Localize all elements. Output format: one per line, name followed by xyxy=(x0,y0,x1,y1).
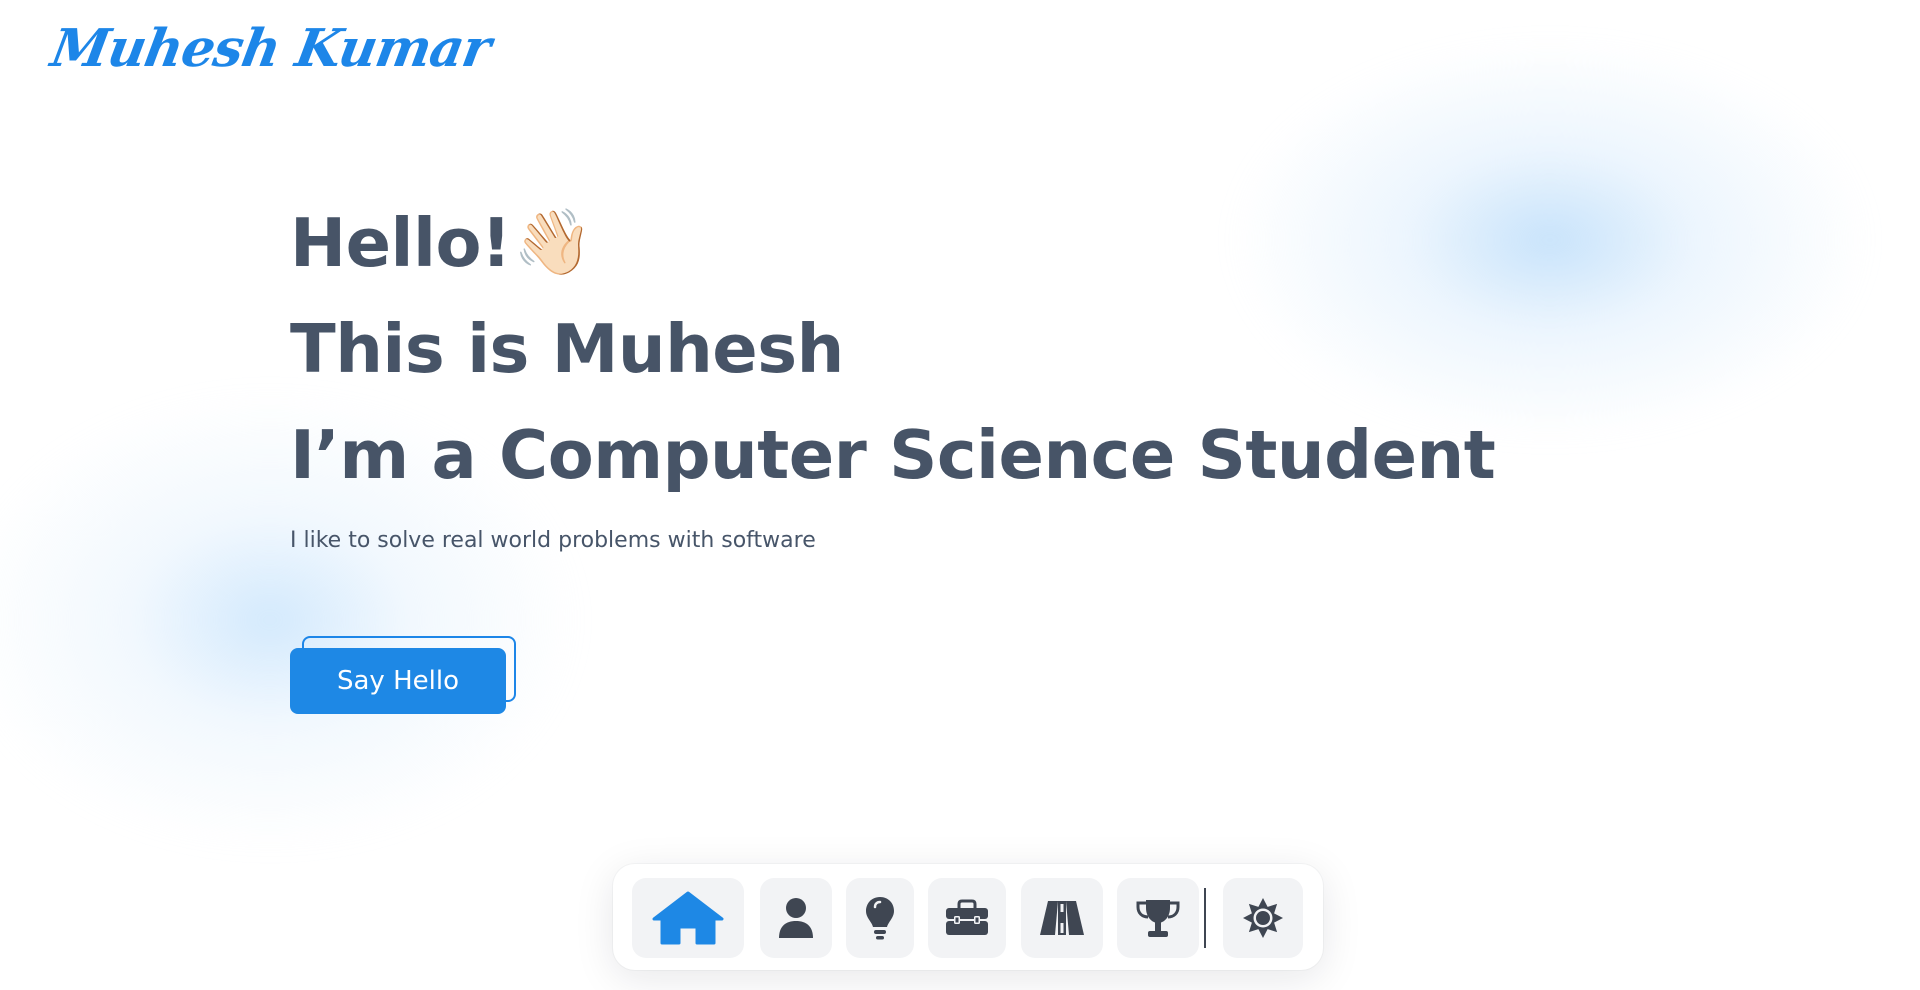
toolbox-icon xyxy=(946,899,988,935)
theme-toggle-sun-icon xyxy=(1243,898,1283,938)
road-icon xyxy=(1040,901,1084,935)
dock-item-about[interactable] xyxy=(760,878,832,958)
hero-greeting: Hello!👋🏻 xyxy=(290,190,1495,296)
dock-item-achievements[interactable] xyxy=(1117,878,1199,958)
hero-intro: This is Muhesh xyxy=(290,310,844,388)
trophy-icon xyxy=(1136,900,1180,937)
hero-role: I’m a Computer Science Student xyxy=(290,416,1496,494)
hero-tagline: I like to solve real world problems with… xyxy=(290,528,816,553)
dock-divider xyxy=(1204,888,1206,948)
say-hello-button-group: Say Hello xyxy=(290,636,520,716)
dock-item-skills[interactable] xyxy=(846,878,914,958)
greeting-text: Hello! xyxy=(290,204,512,282)
theme-toggle-button[interactable] xyxy=(1223,878,1303,958)
dock-item-journey[interactable] xyxy=(1021,878,1103,958)
say-hello-button[interactable]: Say Hello xyxy=(290,648,506,714)
user-icon xyxy=(779,898,813,938)
dock-item-projects[interactable] xyxy=(928,878,1006,958)
dock-item-home[interactable] xyxy=(632,878,744,958)
site-logo[interactable]: Muhesh Kumar xyxy=(47,18,495,79)
hero-section: Hello!👋🏻 This is Muhesh I’m a Computer S… xyxy=(290,190,1496,508)
waving-hand-icon: 👋🏻 xyxy=(513,206,593,280)
home-icon xyxy=(652,891,724,945)
lightbulb-icon xyxy=(866,897,894,940)
bottom-dock-nav xyxy=(613,864,1323,970)
